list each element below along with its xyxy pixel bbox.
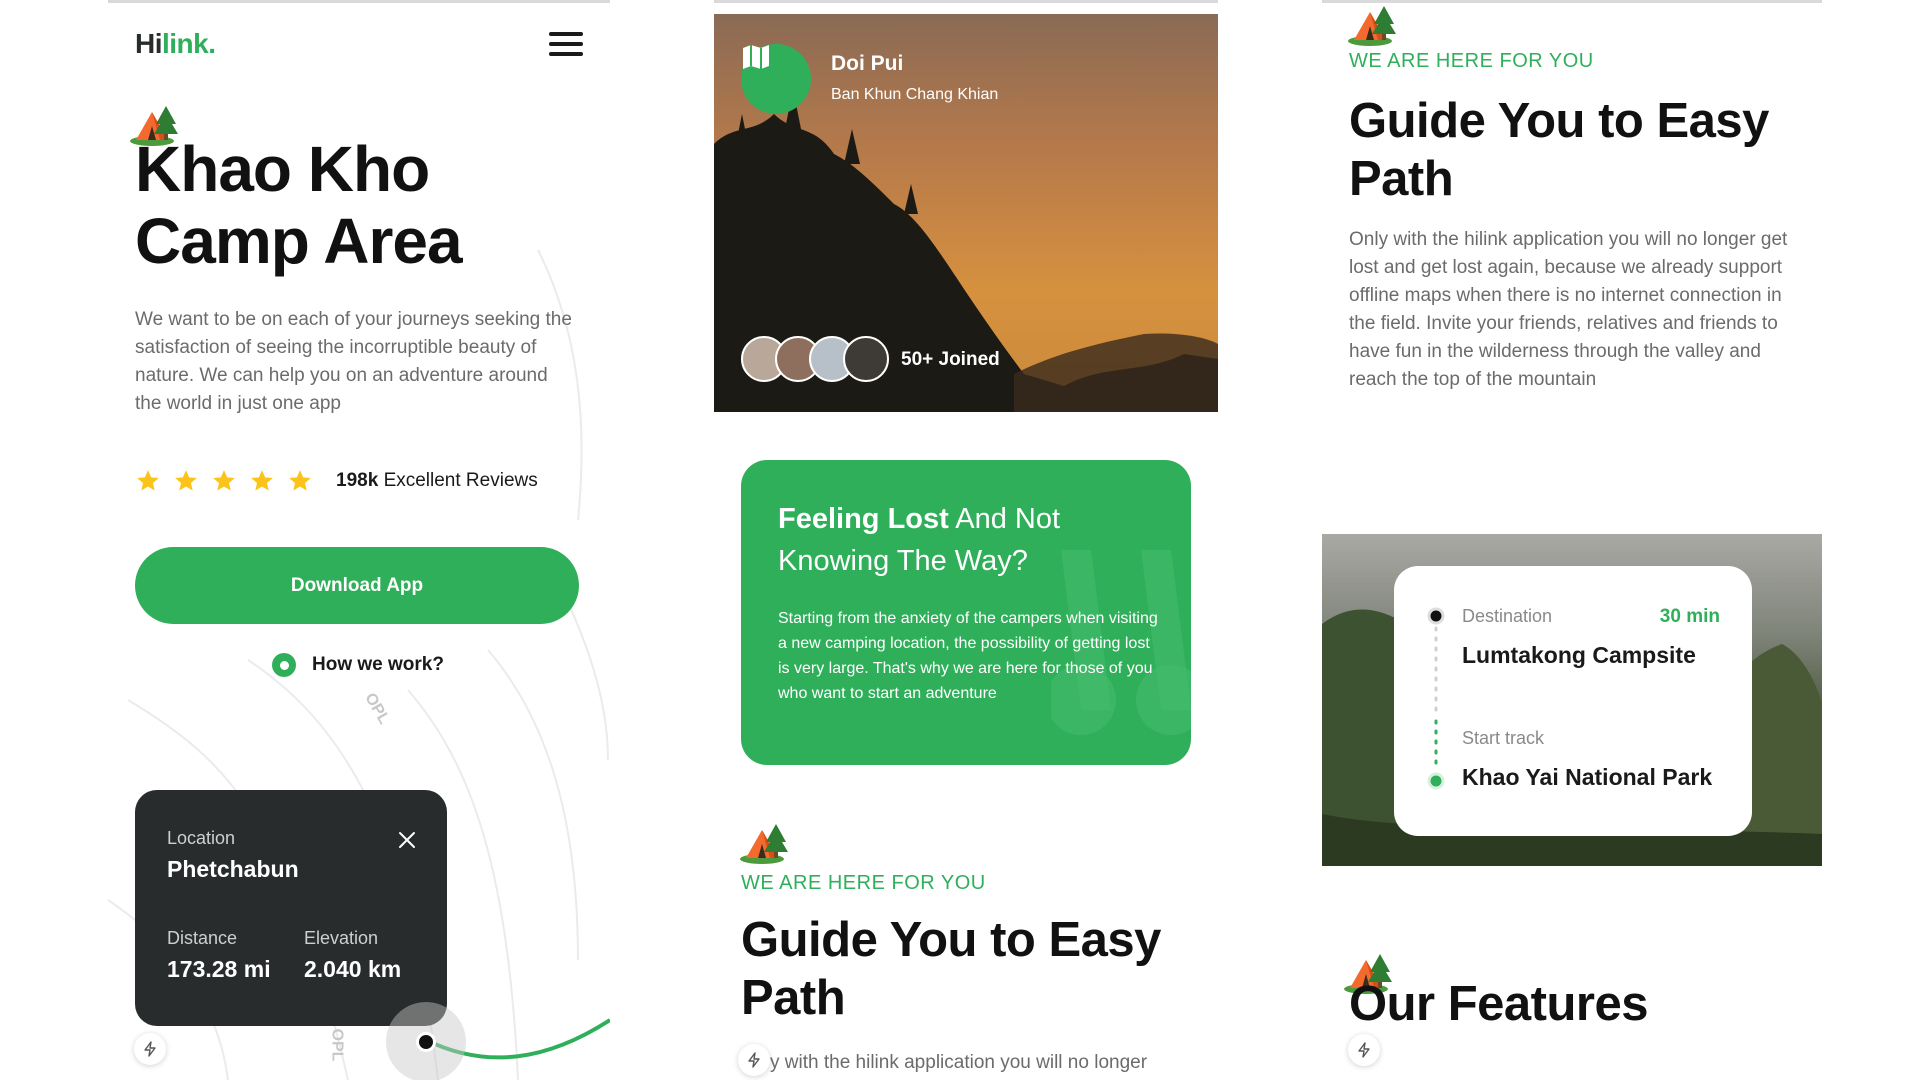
star-icon bbox=[213, 470, 235, 491]
map-icon[interactable] bbox=[741, 44, 811, 114]
start-track-value: Khao Yai National Park bbox=[1462, 764, 1713, 790]
route-start-marker[interactable] bbox=[386, 1002, 466, 1080]
location-value: Phetchabun bbox=[167, 856, 299, 882]
reviews-label: Excellent Reviews bbox=[383, 470, 538, 491]
how-we-work-label: How we work? bbox=[312, 654, 444, 675]
star-icon bbox=[137, 470, 159, 491]
mountain-photo: Destination 30 min Lumtakong Campsite St… bbox=[1322, 534, 1822, 866]
section-eyebrow: WE ARE HERE FOR YOU bbox=[1349, 50, 1594, 72]
logo-part-1: Hi bbox=[135, 28, 163, 59]
joined-count: 50+ Joined bbox=[901, 349, 1000, 370]
place-subtitle: Ban Khun Chang Khian bbox=[831, 86, 999, 103]
hero-description: We want to be on each of your journeys s… bbox=[135, 309, 572, 414]
close-icon[interactable] bbox=[397, 830, 417, 850]
card-description: Starting from the anxiety of the campers… bbox=[778, 610, 1158, 702]
start-track-label: Start track bbox=[1462, 728, 1545, 748]
location-label: Location bbox=[167, 828, 236, 848]
screen-home: Hilink. Khao Kho Camp Area We want to be… bbox=[108, 0, 610, 1080]
title-line-1: Khao Kho bbox=[135, 133, 430, 205]
how-we-work-link[interactable]: How we work? bbox=[272, 653, 444, 677]
section-heading: Guide You to Easy Path bbox=[741, 913, 1161, 1025]
reviews-summary: 198k Excellent Reviews bbox=[336, 470, 538, 492]
elevation-value: 2.040 km bbox=[304, 956, 402, 982]
screen-guide: WE ARE HERE FOR YOU Guide You to Easy Pa… bbox=[1322, 0, 1822, 1080]
place-name: Doi Pui bbox=[831, 52, 904, 75]
play-icon bbox=[272, 653, 296, 677]
page-title: Khao Kho Camp Area bbox=[135, 133, 463, 277]
card-title-bold: Feeling Lost bbox=[778, 503, 949, 535]
route-card: Destination 30 min Lumtakong Campsite St… bbox=[1394, 566, 1752, 836]
reviews-count: 198k bbox=[336, 470, 379, 491]
joined-avatars bbox=[741, 336, 889, 382]
star-icon bbox=[289, 470, 311, 491]
section-paragraph: Only with the hilink application you wil… bbox=[1349, 229, 1788, 390]
lightning-icon[interactable] bbox=[738, 1044, 770, 1076]
section-eyebrow: WE ARE HERE FOR YOU bbox=[741, 872, 986, 894]
destination-value: Lumtakong Campsite bbox=[1462, 642, 1696, 668]
distance-value: 173.28 mi bbox=[167, 956, 271, 982]
travel-time: 30 min bbox=[1659, 606, 1720, 627]
features-heading: Our Features bbox=[1349, 977, 1648, 1031]
logo-part-2: link. bbox=[162, 28, 216, 59]
section-heading: Guide You to Easy Path bbox=[1349, 94, 1769, 206]
map-label-2: OPL bbox=[328, 1028, 346, 1062]
distance-label: Distance bbox=[167, 928, 238, 948]
rating-stars bbox=[135, 468, 313, 494]
sunset-hero-image: Doi Pui Ban Khun Chang Khian 50+ Joined bbox=[714, 14, 1218, 412]
lightning-icon[interactable] bbox=[1348, 1034, 1380, 1066]
hilink-logo[interactable]: Hilink. bbox=[135, 28, 216, 60]
elevation-label: Elevation bbox=[304, 928, 379, 948]
route-timeline bbox=[1427, 607, 1445, 790]
camp-tent-icon bbox=[740, 824, 788, 864]
lightning-icon[interactable] bbox=[134, 1033, 166, 1065]
star-icon bbox=[251, 470, 273, 491]
camp-tent-icon bbox=[1348, 6, 1396, 46]
avatar bbox=[843, 336, 889, 382]
card-title: Feeling Lost And Not Knowing The Way? bbox=[778, 498, 1138, 582]
title-line-2: Camp Area bbox=[135, 205, 463, 277]
download-app-button[interactable]: Download App bbox=[135, 547, 579, 624]
star-icon bbox=[175, 470, 197, 491]
location-card: Location Phetchabun Distance 173.28 mi E… bbox=[135, 790, 447, 1026]
hamburger-icon[interactable] bbox=[549, 32, 583, 56]
feeling-lost-card: Feeling Lost And Not Knowing The Way? St… bbox=[741, 460, 1191, 765]
screen-details: Doi Pui Ban Khun Chang Khian 50+ Joined … bbox=[714, 0, 1218, 1080]
top-divider bbox=[714, 0, 1218, 3]
destination-label: Destination bbox=[1462, 606, 1553, 626]
section-paragraph: y with the hilink application you will n… bbox=[770, 1052, 1148, 1073]
